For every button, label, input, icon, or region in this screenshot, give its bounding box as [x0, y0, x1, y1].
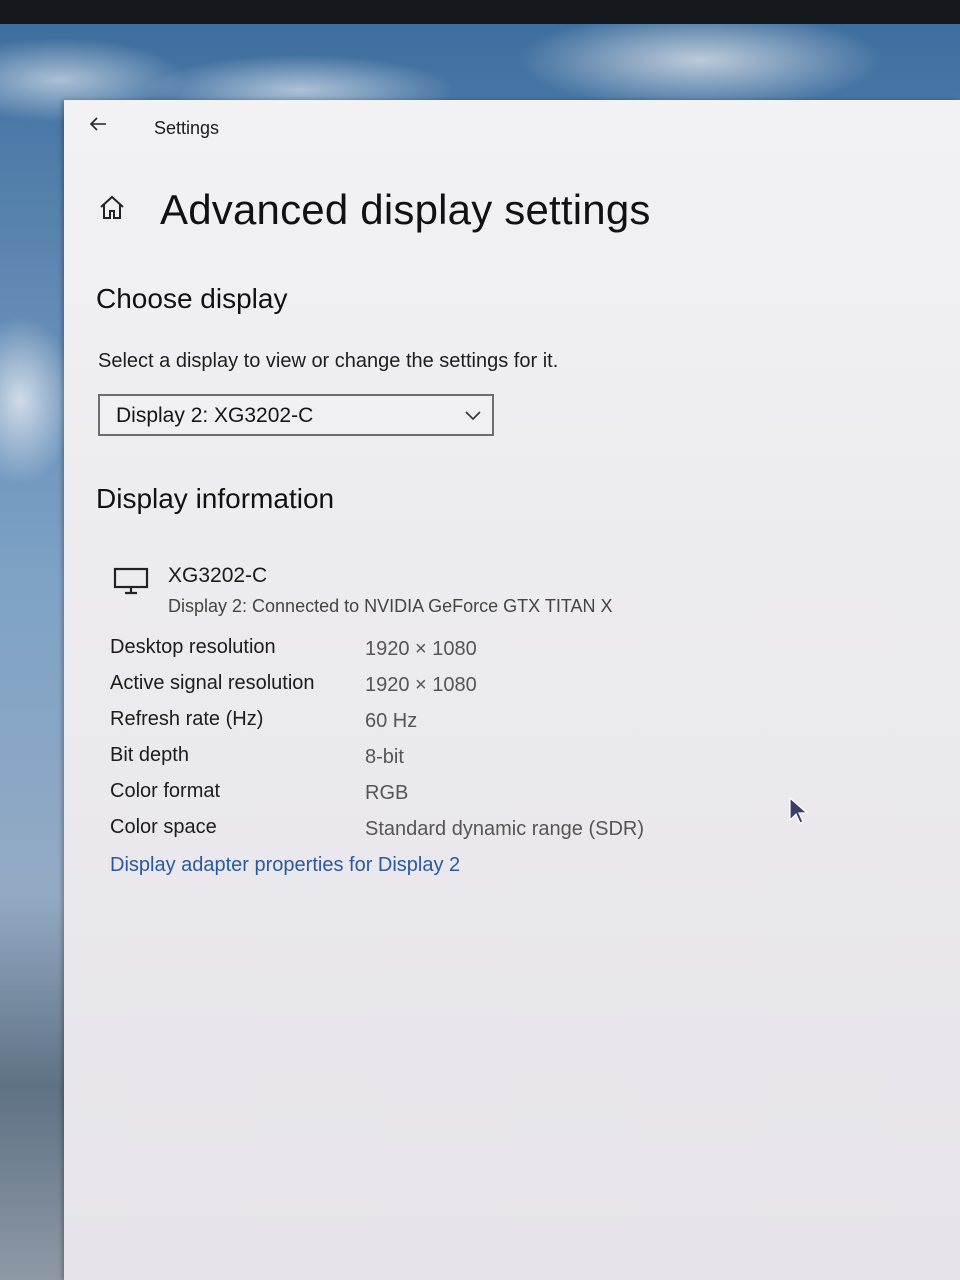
chevron-down-icon [464, 408, 482, 422]
title-bar: Settings [64, 100, 960, 156]
home-icon[interactable] [96, 192, 128, 224]
page-title: Advanced display settings [160, 186, 651, 233]
info-value: Standard dynamic range (SDR) [365, 818, 645, 840]
info-row-color-space: Color space Standard dynamic range (SDR) [110, 816, 810, 844]
display-adapter-properties-link[interactable]: Display adapter properties for Display 2 [110, 854, 460, 877]
info-value: RGB [365, 782, 409, 804]
display-select-dropdown[interactable]: Display 2: XG3202-C [98, 394, 494, 436]
info-row-desktop-resolution: Desktop resolution 1920 × 1080 [110, 636, 810, 664]
info-row-refresh-rate: Refresh rate (Hz) 60 Hz [110, 708, 810, 736]
select-display-prompt: Select a display to view or change the s… [98, 350, 559, 372]
info-label: Refresh rate (Hz) [110, 708, 264, 730]
display-select-value: Display 2: XG3202-C [116, 404, 314, 427]
monitor-name: XG3202-C [168, 564, 268, 587]
info-label: Color space [110, 816, 217, 838]
mouse-cursor-icon [788, 796, 812, 826]
monitor-bezel [0, 0, 960, 24]
info-value: 1920 × 1080 [365, 674, 477, 696]
settings-window: Settings Advanced display settings Choos… [64, 100, 960, 1280]
info-label: Desktop resolution [110, 636, 276, 658]
choose-display-heading: Choose display [96, 283, 288, 314]
info-label: Color format [110, 780, 221, 802]
info-label: Active signal resolution [110, 672, 315, 694]
info-value: 60 Hz [365, 710, 418, 732]
back-arrow-icon[interactable] [86, 112, 110, 136]
info-row-color-format: Color format RGB [110, 780, 810, 808]
monitor-connection: Display 2: Connected to NVIDIA GeForce G… [168, 596, 613, 616]
info-row-bit-depth: Bit depth 8-bit [110, 744, 810, 772]
info-value: 1920 × 1080 [365, 638, 477, 660]
monitor-icon [112, 566, 150, 596]
app-title: Settings [154, 118, 220, 138]
info-row-active-signal-resolution: Active signal resolution 1920 × 1080 [110, 672, 810, 700]
display-information-heading: Display information [96, 483, 335, 514]
info-label: Bit depth [110, 744, 189, 766]
info-value: 8-bit [365, 746, 404, 768]
